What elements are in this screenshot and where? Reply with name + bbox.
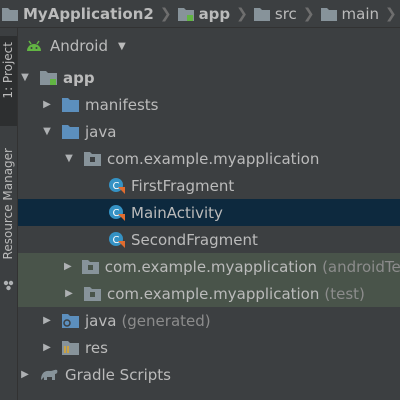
- tree-node-label: com.example.myapplication: [107, 284, 320, 303]
- tree-node-label: com.example.myapplication: [107, 149, 320, 168]
- tree-node-label: SecondFragment: [131, 230, 258, 249]
- panel-header: Android ▼: [18, 28, 400, 64]
- resource-manager-label: Resource Manager: [1, 148, 15, 260]
- breadcrumb-main[interactable]: main ❯: [320, 0, 400, 27]
- tree-node-res[interactable]: ▶ res: [18, 334, 400, 361]
- svg-text:C: C: [113, 235, 120, 246]
- view-selector[interactable]: Android ▼: [50, 37, 126, 55]
- package-icon: [84, 286, 101, 301]
- breadcrumb-label: src: [274, 4, 297, 23]
- expand-arrow-right-icon[interactable]: ▶: [64, 288, 74, 299]
- chevron-right-icon: ❯: [302, 5, 315, 22]
- expand-arrow-down-icon[interactable]: ▼: [64, 153, 74, 164]
- tree-node-label: com.example.myapplication: [104, 257, 318, 276]
- tree-node-label: app: [63, 68, 95, 87]
- tree-node-secondfragment[interactable]: C SecondFragment: [18, 226, 400, 253]
- package-icon: [84, 151, 101, 166]
- module-folder-icon: [177, 7, 194, 21]
- tree-node-label: MainActivity: [131, 203, 223, 222]
- expand-arrow-right-icon[interactable]: ▶: [42, 315, 52, 326]
- module-folder-icon: [40, 70, 57, 85]
- generated-folder-icon: [62, 313, 79, 328]
- tree-node-gradle-scripts[interactable]: ▶ Gradle Scripts: [18, 361, 400, 388]
- kotlin-class-icon: C: [108, 177, 125, 194]
- breadcrumb-label: main: [341, 4, 380, 23]
- project-tool-window-label: 1: Project: [1, 42, 15, 99]
- tree-node-suffix: (test): [324, 284, 365, 303]
- tree-node-label: FirstFragment: [131, 176, 235, 195]
- view-selector-label: Android: [50, 37, 108, 55]
- resource-manager-icon: [3, 276, 14, 295]
- project-panel: Android ▼ ▼ app ▶ manifests ▼ java ▼ com…: [18, 28, 400, 400]
- tree-node-label: java: [85, 122, 117, 141]
- resource-manager-button[interactable]: Resource Manager: [0, 146, 17, 296]
- gradle-icon: [40, 367, 59, 382]
- tree-node-package-test[interactable]: ▶ com.example.myapplication (test): [18, 280, 400, 307]
- chevron-right-icon: ❯: [159, 5, 172, 22]
- expand-arrow-right-icon[interactable]: ▶: [64, 261, 72, 272]
- tree-node-label: res: [85, 338, 108, 357]
- expand-arrow-down-icon[interactable]: ▼: [42, 126, 52, 137]
- navigation-bar: MyApplication2 ❯ app ❯ src ❯ main ❯ jav: [0, 0, 400, 28]
- breadcrumb-src[interactable]: src ❯: [253, 0, 321, 27]
- project-folder-icon: [2, 7, 18, 21]
- tool-window-stripe: 1: Project Resource Manager: [0, 28, 18, 400]
- tree-node-suffix: (generated): [121, 311, 211, 330]
- expand-arrow-right-icon[interactable]: ▶: [20, 369, 30, 380]
- tree-node-mainactivity[interactable]: C MainActivity: [18, 199, 400, 226]
- package-icon: [81, 259, 99, 274]
- tree-node-manifests[interactable]: ▶ manifests: [18, 91, 400, 118]
- tree-node-package-androidtest[interactable]: ▶ com.example.myapplication (androidTest…: [18, 253, 400, 280]
- svg-text:C: C: [113, 208, 120, 219]
- kotlin-class-icon: C: [108, 231, 125, 248]
- tree-node-label: java: [85, 311, 117, 330]
- tree-node-java[interactable]: ▼ java: [18, 118, 400, 145]
- folder-icon: [62, 97, 79, 112]
- res-folder-icon: [62, 340, 79, 355]
- folder-icon: [62, 124, 79, 139]
- expand-arrow-right-icon[interactable]: ▶: [42, 342, 52, 353]
- expand-arrow-down-icon[interactable]: ▼: [20, 72, 30, 83]
- expand-arrow-right-icon[interactable]: ▶: [42, 99, 52, 110]
- tree-node-firstfragment[interactable]: C FirstFragment: [18, 172, 400, 199]
- breadcrumb-app[interactable]: app ❯: [177, 0, 254, 27]
- project-tool-window-button[interactable]: 1: Project: [0, 36, 17, 126]
- tree-node-package[interactable]: ▼ com.example.myapplication: [18, 145, 400, 172]
- tree-node-suffix: (androidTest): [322, 257, 400, 276]
- chevron-right-icon: ❯: [385, 5, 397, 22]
- breadcrumb-label: app: [198, 4, 231, 23]
- kotlin-class-icon: C: [108, 204, 125, 221]
- folder-icon: [320, 7, 337, 21]
- tree-node-label: Gradle Scripts: [65, 365, 171, 384]
- tree-node-label: manifests: [85, 95, 159, 114]
- svg-text:C: C: [113, 181, 120, 192]
- chevron-right-icon: ❯: [236, 5, 248, 22]
- folder-icon: [253, 7, 270, 21]
- breadcrumb-project[interactable]: MyApplication2 ❯: [2, 0, 178, 27]
- tree-node-app[interactable]: ▼ app: [18, 64, 400, 91]
- tree-node-java-generated[interactable]: ▶ java (generated): [18, 307, 400, 334]
- android-icon: [26, 40, 42, 52]
- chevron-down-icon: ▼: [118, 40, 126, 52]
- breadcrumb-label: MyApplication2: [23, 4, 154, 23]
